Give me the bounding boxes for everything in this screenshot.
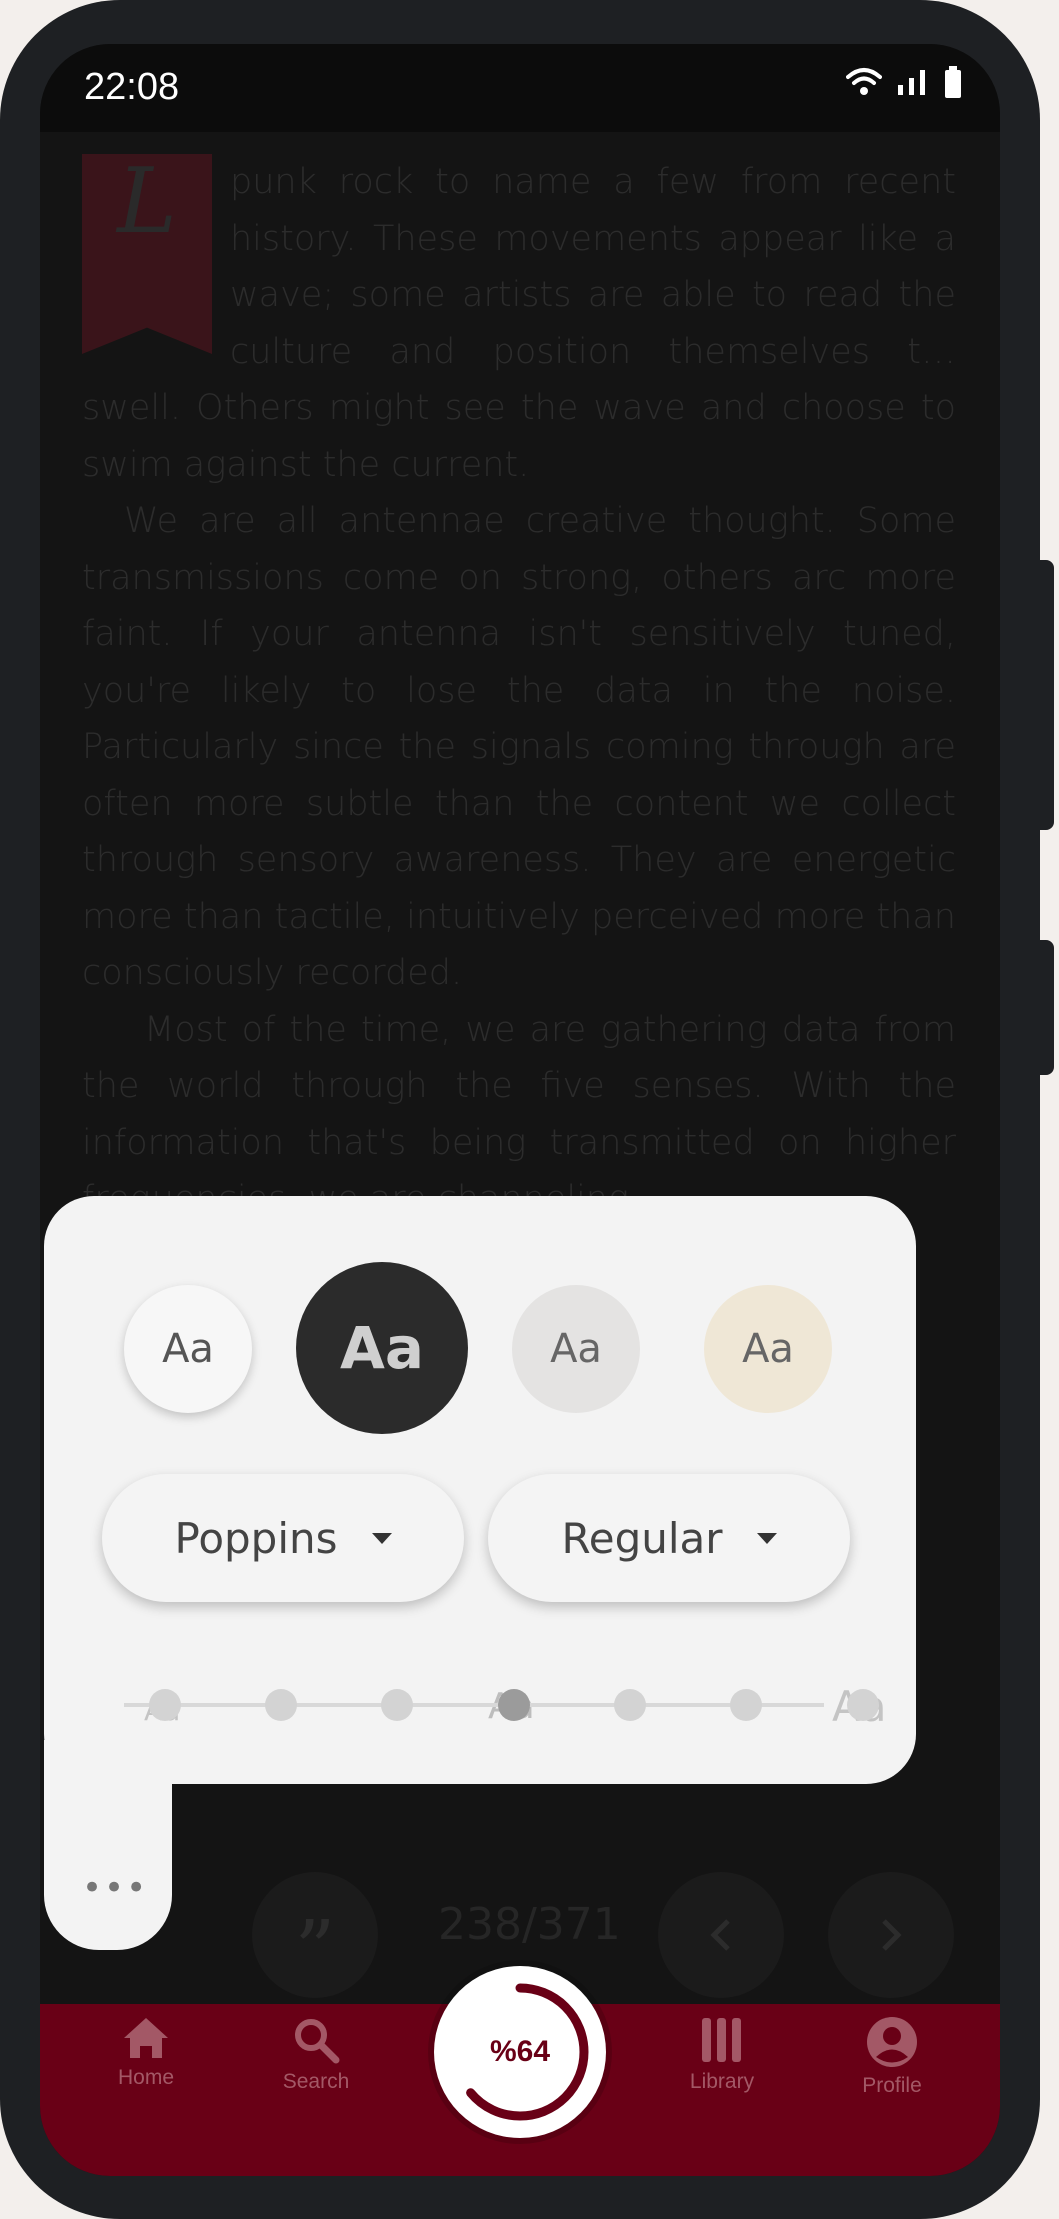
font-size-slider-track[interactable] (124, 1703, 824, 1707)
nav-label: Search (282, 2070, 350, 2093)
paragraph: We are all antennae creative thought. So… (82, 501, 956, 993)
status-bar: 22:08 (40, 44, 1000, 132)
drop-cap: L (117, 154, 177, 254)
theme-label: Aa (550, 1326, 602, 1372)
theme-dark-button[interactable]: Aa (296, 1262, 468, 1434)
chevron-left-icon (710, 1919, 730, 1951)
font-size-stop[interactable] (730, 1689, 762, 1721)
theme-label: Aa (742, 1326, 794, 1372)
screen: 22:08 L punk rock to name a few from rec… (40, 44, 1000, 2176)
previous-page-button[interactable] (658, 1872, 784, 1998)
volume-button (1040, 560, 1054, 830)
more-dots-icon[interactable]: ••• (82, 1868, 148, 1908)
status-icons (846, 66, 962, 98)
chevron-right-icon (882, 1919, 902, 1951)
profile-icon (867, 2017, 917, 2067)
reading-progress-button[interactable]: %64 (434, 1966, 606, 2138)
font-size-stop[interactable] (614, 1689, 646, 1721)
nav-label: Profile (862, 2074, 922, 2097)
battery-icon (945, 66, 961, 98)
search-icon (295, 2019, 340, 2064)
font-size-stop[interactable] (149, 1689, 181, 1721)
theme-label: Aa (162, 1326, 214, 1372)
nav-profile[interactable]: Profile (822, 2016, 962, 2098)
nav-library[interactable]: Library (652, 2016, 792, 2094)
nav-label: Library (689, 2070, 755, 2093)
theme-paper-cream-button[interactable]: Aa (704, 1285, 832, 1413)
theme-label: Aa (339, 1314, 425, 1382)
wifi-icon (846, 68, 882, 95)
paragraph: punk rock to name a few from recent hist… (82, 162, 956, 485)
font-size-stop-selected[interactable] (498, 1689, 530, 1721)
font-weight-value: Regular (561, 1513, 723, 1563)
font-family-value: Poppins (174, 1513, 338, 1563)
font-family-dropdown[interactable]: Poppins (102, 1474, 464, 1602)
reading-text: L punk rock to name a few from recent hi… (82, 154, 956, 1344)
theme-light-button[interactable]: Aa (124, 1285, 252, 1413)
font-weight-dropdown[interactable]: Regular (488, 1474, 850, 1602)
nav-label: Home (117, 2066, 175, 2089)
home-icon (124, 2018, 168, 2058)
power-button (1040, 940, 1054, 1075)
next-page-button[interactable] (828, 1872, 954, 1998)
bookmark-ribbon[interactable]: L (82, 154, 212, 354)
font-size-stop[interactable] (847, 1689, 879, 1721)
progress-label: %64 (489, 2035, 551, 2068)
library-icon (702, 2018, 741, 2062)
signal-icon (898, 70, 925, 95)
caret-down-icon (371, 1532, 392, 1544)
page-counter: 238/371 (438, 1899, 621, 1950)
quote-button[interactable]: ” (252, 1872, 378, 1998)
font-size-stop[interactable] (381, 1689, 413, 1721)
nav-home[interactable]: Home (76, 2016, 216, 2090)
theme-paper-grey-button[interactable]: Aa (512, 1285, 640, 1413)
quote-icon: ” (294, 1903, 336, 1996)
font-size-stop[interactable] (265, 1689, 297, 1721)
nav-search[interactable]: Search (246, 2016, 386, 2094)
status-time: 22:08 (84, 66, 180, 108)
paragraph: Most of the time, we are gathering data … (82, 1009, 956, 1220)
caret-down-icon (756, 1532, 777, 1544)
